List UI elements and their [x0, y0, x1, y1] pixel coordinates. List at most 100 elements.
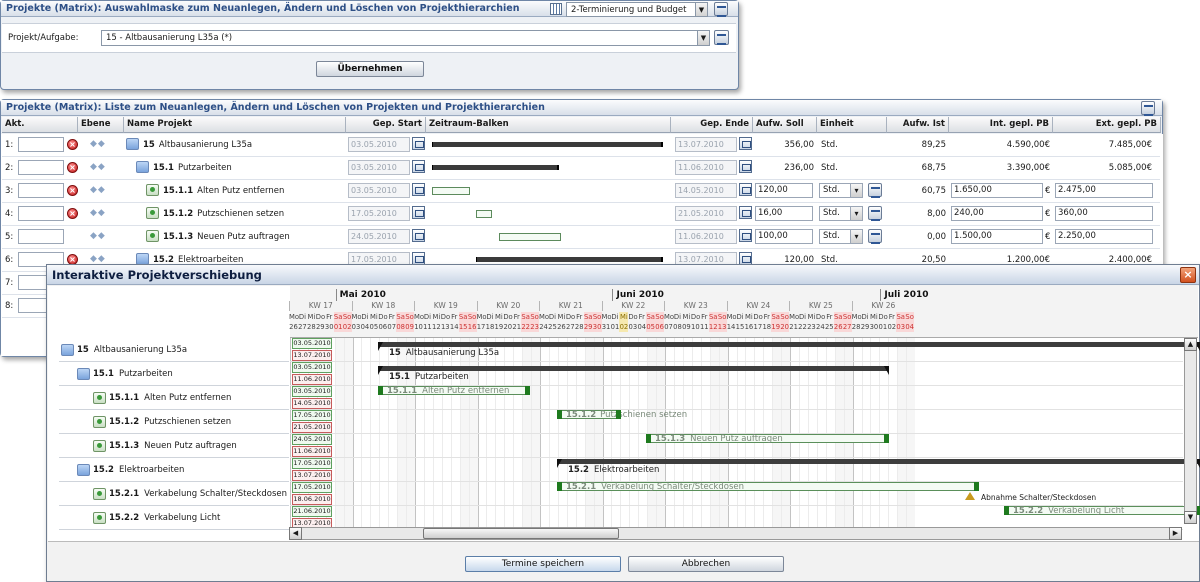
calendar-icon[interactable]	[412, 229, 425, 242]
gantt-task-bar[interactable]: 15.1.1 Alten Putz entfernen	[378, 386, 530, 395]
list-icon[interactable]	[868, 183, 882, 198]
delete-icon[interactable]: ×	[67, 208, 78, 219]
ext-pb-input[interactable]: 360,00	[1055, 206, 1153, 221]
delete-icon[interactable]: ×	[67, 139, 78, 150]
vertical-scrollbar[interactable]	[1184, 338, 1197, 524]
close-icon[interactable]: ×	[1180, 267, 1196, 283]
col-zeitraum[interactable]: Zeitraum-Balken	[426, 117, 671, 133]
start-date[interactable]: 24.05.2010	[348, 229, 410, 244]
col-gep-start[interactable]: Gep. Start	[346, 117, 426, 133]
col-aufw-soll[interactable]: Aufw. Soll	[753, 117, 817, 133]
gantt-tree-row[interactable]: 15.1.2 Putzschienen setzen	[59, 410, 289, 434]
col-gep-ende[interactable]: Gep. Ende	[671, 117, 753, 133]
indent-arrows-icon[interactable]: ◆◆	[90, 254, 106, 264]
calendar-icon[interactable]	[412, 160, 425, 173]
scroll-down-button[interactable]: ▼	[1184, 511, 1197, 524]
gantt-summary-bar[interactable]	[378, 342, 1200, 351]
ext-pb-input[interactable]: 2.250,00	[1055, 229, 1153, 244]
int-pb-input[interactable]: 1.500,00	[951, 229, 1043, 244]
gantt-task-bar[interactable]: 15.2.2 Verkabelung Licht	[1004, 506, 1200, 515]
gantt-summary-bar[interactable]	[378, 366, 889, 375]
list-icon[interactable]	[868, 206, 882, 221]
int-pb-input[interactable]: 1.650,00	[951, 183, 1043, 198]
end-date[interactable]: 21.05.2010	[675, 206, 737, 221]
int-pb-input[interactable]: 240,00	[951, 206, 1043, 221]
calendar-icon[interactable]	[412, 183, 425, 196]
gantt-summary-bar[interactable]	[557, 459, 1200, 468]
calendar-icon[interactable]	[412, 206, 425, 219]
start-date[interactable]: 17.05.2010	[348, 206, 410, 221]
gantt-task-bar[interactable]: 15.1.2 Putzschienen setzen	[557, 410, 687, 419]
table-row[interactable]: 1: × ◆◆ 15 Altbausanierung L35a 03.05.201…	[2, 134, 1160, 157]
gantt-tree-row[interactable]: 15.1.1 Alten Putz entfernen	[59, 386, 289, 410]
gantt-task-bar[interactable]: 15.1.3 Neuen Putz auftragen	[646, 434, 889, 443]
indent-arrows-icon[interactable]: ◆◆	[90, 208, 106, 218]
calendar-icon[interactable]	[412, 137, 425, 150]
start-date[interactable]: 03.05.2010	[348, 137, 410, 152]
unit-select[interactable]: Std.	[819, 206, 863, 221]
end-date[interactable]: 11.06.2010	[675, 229, 737, 244]
table-row[interactable]: 4: × ◆◆ 15.1.2 Putzschienen setzen 17.05.…	[2, 203, 1160, 226]
akt-input[interactable]	[18, 160, 64, 175]
scroll-left-button[interactable]: ◀	[289, 527, 302, 540]
unit-select[interactable]: Std.	[819, 183, 863, 198]
save-dates-button[interactable]: Termine speichern	[465, 556, 621, 572]
indent-arrows-icon[interactable]: ◆◆	[90, 162, 106, 172]
list-icon[interactable]	[868, 229, 882, 244]
gantt-tree-row[interactable]: 15.2.2 Verkabelung Licht	[59, 506, 289, 530]
aufw-soll-input[interactable]: 100,00	[755, 229, 813, 244]
calendar-icon[interactable]	[739, 160, 752, 173]
col-einheit[interactable]: Einheit	[817, 117, 887, 133]
table-row[interactable]: 3: × ◆◆ 15.1.1 Alten Putz entfernen 03.05…	[2, 180, 1160, 203]
config-icon[interactable]	[1141, 101, 1155, 116]
end-date[interactable]: 13.07.2010	[675, 137, 737, 152]
akt-input[interactable]	[18, 137, 64, 152]
horizontal-scroll-thumb[interactable]	[423, 528, 619, 539]
akt-input[interactable]	[18, 206, 64, 221]
table-row[interactable]: 2: × ◆◆ 15.1 Putzarbeiten 03.05.2010 11.0…	[2, 157, 1160, 180]
col-akt[interactable]: Akt.	[2, 117, 78, 133]
col-name[interactable]: Name Projekt	[124, 117, 346, 133]
calendar-icon[interactable]	[739, 137, 752, 150]
cancel-button[interactable]: Abbrechen	[628, 556, 784, 572]
list-icon[interactable]	[714, 30, 729, 45]
unit-select[interactable]: Std.	[819, 229, 863, 244]
gantt-tree-row[interactable]: 15.2.1 Verkabelung Schalter/Steckdosen	[59, 482, 289, 506]
gantt-tree-row[interactable]: 15 Altbausanierung L35a	[59, 338, 289, 362]
col-aufw-ist[interactable]: Aufw. Ist	[887, 117, 949, 133]
view-grid-icon[interactable]	[550, 3, 562, 15]
start-date[interactable]: 03.05.2010	[348, 160, 410, 175]
calendar-icon[interactable]	[739, 229, 752, 242]
col-ext-pb[interactable]: Ext. gepl. PB	[1053, 117, 1161, 133]
col-ebene[interactable]: Ebene	[78, 117, 124, 133]
calendar-icon[interactable]	[739, 183, 752, 196]
gantt-tree-row[interactable]: 15.1.3 Neuen Putz auftragen	[59, 434, 289, 458]
ext-pb-input[interactable]: 2.475,00	[1055, 183, 1153, 198]
indent-arrows-icon[interactable]: ◆◆	[90, 139, 106, 149]
chevron-down-icon[interactable]: ▼	[695, 3, 707, 16]
apply-button[interactable]: Übernehmen	[316, 61, 424, 77]
gantt-tree-row[interactable]: 15.2 Elektroarbeiten	[59, 458, 289, 482]
table-row[interactable]: 5: ◆◆ 15.1.3 Neuen Putz auftragen 24.05.2…	[2, 226, 1160, 249]
indent-arrows-icon[interactable]: ◆◆	[90, 185, 106, 195]
aufw-soll-input[interactable]: 120,00	[755, 183, 813, 198]
start-date[interactable]: 03.05.2010	[348, 183, 410, 198]
scroll-right-button[interactable]: ▶	[1169, 527, 1182, 540]
delete-icon[interactable]: ×	[67, 185, 78, 196]
calendar-icon[interactable]	[739, 206, 752, 219]
akt-input[interactable]	[18, 183, 64, 198]
chevron-down-icon[interactable]: ▼	[697, 31, 709, 45]
end-date[interactable]: 14.05.2010	[675, 183, 737, 198]
view-select[interactable]: 2-Terminierung und Budget ▼	[566, 2, 708, 17]
akt-input[interactable]	[18, 229, 64, 244]
project-select[interactable]: 15 - Altbausanierung L35a (*) ▼	[101, 30, 710, 46]
indent-arrows-icon[interactable]: ◆◆	[90, 231, 106, 241]
delete-icon[interactable]: ×	[67, 162, 78, 173]
col-int-pb[interactable]: Int. gepl. PB	[949, 117, 1053, 133]
gantt-task-bar[interactable]: 15.2.1 Verkabelung Schalter/Steckdosen	[557, 482, 979, 491]
aufw-soll-input[interactable]: 16,00	[755, 206, 813, 221]
milestone-icon[interactable]	[965, 492, 975, 500]
end-date[interactable]: 11.06.2010	[675, 160, 737, 175]
config-icon[interactable]	[714, 2, 728, 17]
scroll-up-button[interactable]: ▲	[1184, 338, 1197, 351]
